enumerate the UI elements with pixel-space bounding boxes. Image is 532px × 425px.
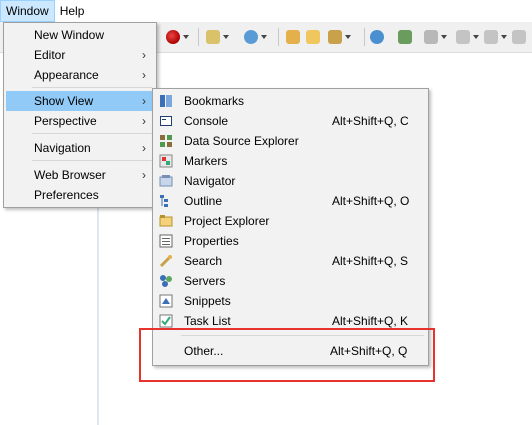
- menu-window[interactable]: Window: [0, 0, 55, 22]
- menu-item-project-explorer[interactable]: Project Explorer: [155, 211, 426, 231]
- shortcut-label: Alt+Shift+Q, Q: [330, 344, 408, 358]
- menu-item-bookmarks[interactable]: Bookmarks: [155, 91, 426, 111]
- project-explorer-icon: [159, 214, 173, 228]
- menu-item-web-browser[interactable]: Web Browser ›: [6, 165, 154, 185]
- bookmarks-icon: [159, 94, 173, 108]
- forward-arrow-icon: [512, 30, 526, 44]
- annotation-icon: [424, 30, 438, 44]
- menu-item-label: Perspective: [34, 114, 97, 128]
- new-wizard-button[interactable]: [206, 28, 232, 46]
- chevron-right-icon: ›: [142, 168, 146, 182]
- shortcut-label: Alt+Shift+Q, C: [332, 114, 409, 128]
- menu-item-label: Console: [184, 114, 229, 128]
- show-view-submenu: Bookmarks Console Alt+Shift+Q, C Data So…: [152, 88, 429, 366]
- menu-item-task-list[interactable]: Task List Alt+Shift+Q, K: [155, 311, 426, 331]
- menu-item-label: Properties: [184, 234, 239, 248]
- chevron-right-icon: ›: [142, 114, 146, 128]
- task-list-icon: [159, 314, 173, 328]
- window-menu: New Window Editor › Appearance › Show Vi…: [3, 22, 157, 208]
- chevron-right-icon: ›: [142, 68, 146, 82]
- folder-icon: [306, 30, 320, 44]
- menu-item-new-window[interactable]: New Window: [6, 25, 154, 45]
- menu-item-navigation[interactable]: Navigation ›: [6, 138, 154, 158]
- separator: [32, 133, 152, 134]
- menu-item-label: Web Browser: [34, 168, 106, 182]
- search-tool-button[interactable]: [328, 28, 354, 46]
- menu-item-label: Search: [184, 254, 223, 268]
- menu-item-label: Preferences: [34, 188, 99, 202]
- globe-button[interactable]: [370, 28, 396, 46]
- menu-item-markers[interactable]: Markers: [155, 151, 426, 171]
- menu-item-console[interactable]: Console Alt+Shift+Q, C: [155, 111, 426, 131]
- globe-icon: [370, 30, 384, 44]
- navigator-icon: [159, 174, 173, 188]
- menu-item-show-view[interactable]: Show View ›: [6, 91, 154, 111]
- back-button[interactable]: [484, 28, 510, 46]
- menu-item-label: Snippets: [184, 294, 231, 308]
- separator: [32, 87, 152, 88]
- run-icon: [166, 30, 180, 44]
- menu-item-preferences[interactable]: Preferences: [6, 185, 154, 205]
- menu-item-search[interactable]: Search Alt+Shift+Q, S: [155, 251, 426, 271]
- pen-icon: [328, 30, 342, 44]
- shortcut-label: Alt+Shift+Q, S: [332, 254, 409, 268]
- menu-bar: Window Help: [0, 0, 532, 22]
- shortcut-label: Alt+Shift+Q, O: [332, 194, 410, 208]
- menu-item-label: Project Explorer: [184, 214, 270, 228]
- forward-button[interactable]: [512, 28, 532, 46]
- class-icon: [244, 30, 258, 44]
- menu-item-label: Other...: [184, 344, 224, 358]
- chevron-right-icon: ›: [142, 48, 146, 62]
- servers-icon: [159, 274, 173, 288]
- task-icon: [398, 30, 412, 44]
- menu-item-outline[interactable]: Outline Alt+Shift+Q, O: [155, 191, 426, 211]
- wizard-icon: [206, 30, 220, 44]
- run-button[interactable]: [166, 28, 192, 46]
- menu-item-label: Data Source Explorer: [184, 134, 299, 148]
- menu-item-perspective[interactable]: Perspective ›: [6, 111, 154, 131]
- chevron-right-icon: ›: [142, 94, 146, 108]
- chevron-right-icon: ›: [142, 141, 146, 155]
- menu-item-label: Servers: [184, 274, 226, 288]
- menu-item-label: Navigator: [184, 174, 236, 188]
- annotation-button[interactable]: [424, 28, 450, 46]
- menu-item-editor[interactable]: Editor ›: [6, 45, 154, 65]
- outline-icon: [159, 194, 173, 208]
- properties-icon: [159, 234, 173, 248]
- menu-item-label: Task List: [184, 314, 231, 328]
- back-arrow-icon: [484, 30, 498, 44]
- menu-item-label: Bookmarks: [184, 94, 245, 108]
- menu-item-servers[interactable]: Servers: [155, 271, 426, 291]
- menu-item-label: Show View: [34, 94, 94, 108]
- new-class-button[interactable]: [244, 28, 270, 46]
- menu-item-data-source-explorer[interactable]: Data Source Explorer: [155, 131, 426, 151]
- menu-item-label: Outline: [184, 194, 223, 208]
- menu-item-snippets[interactable]: Snippets: [155, 291, 426, 311]
- snippets-icon: [159, 294, 173, 308]
- separator: [32, 160, 152, 161]
- shortcut-label: Alt+Shift+Q, K: [332, 314, 409, 328]
- menu-item-navigator[interactable]: Navigator: [155, 171, 426, 191]
- prev-icon: [456, 30, 470, 44]
- menu-item-label: New Window: [34, 28, 105, 42]
- prev-annotation-button[interactable]: [456, 28, 482, 46]
- task-button[interactable]: [398, 28, 424, 46]
- console-icon: [159, 114, 173, 128]
- menu-item-label: Navigation: [34, 141, 91, 155]
- menu-item-other[interactable]: Other... Alt+Shift+Q, Q: [155, 341, 426, 361]
- separator: [181, 335, 424, 336]
- open-type-icon: [286, 30, 300, 44]
- menu-item-label: Markers: [184, 154, 228, 168]
- menu-item-properties[interactable]: Properties: [155, 231, 426, 251]
- markers-icon: [159, 154, 173, 168]
- data-source-icon: [159, 134, 173, 148]
- menu-help[interactable]: Help: [55, 0, 90, 22]
- menu-item-appearance[interactable]: Appearance ›: [6, 65, 154, 85]
- menu-item-label: Appearance: [34, 68, 99, 82]
- search-icon: [159, 254, 173, 268]
- menu-item-label: Editor: [34, 48, 66, 62]
